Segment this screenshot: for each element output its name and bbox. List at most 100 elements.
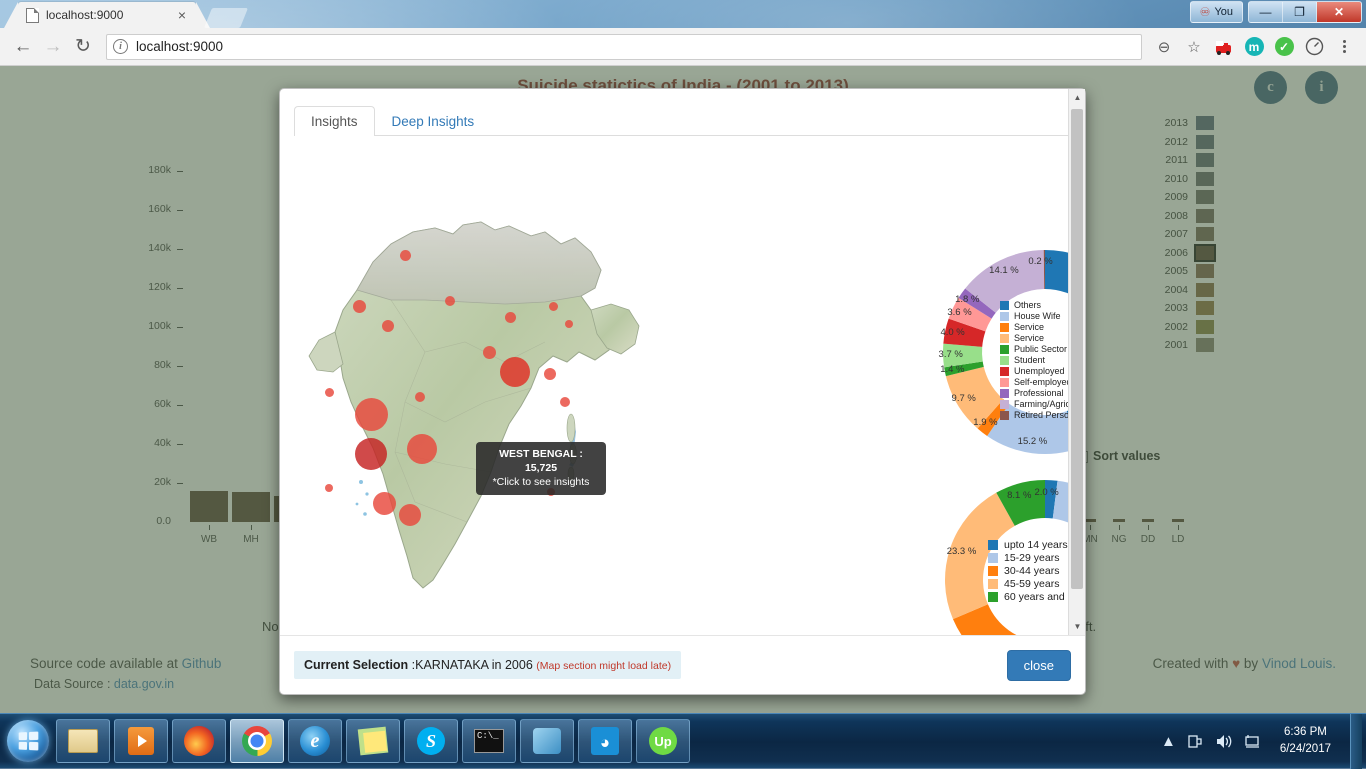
web-page: Suicide statictics of India - (2001 to 2… — [0, 66, 1366, 713]
modal-scrollbar[interactable]: ▲ ▼ — [1068, 89, 1085, 635]
donut-legend-item[interactable]: Self-employed — [1000, 377, 1068, 387]
scrollbar-thumb[interactable] — [1071, 109, 1083, 589]
taskbar-item-internet-explorer[interactable]: e — [288, 719, 342, 763]
taskbar-item-chrome[interactable] — [230, 719, 284, 763]
taskbar-clock[interactable]: 6:36 PM 6/24/2017 — [1272, 724, 1339, 757]
donut-legend-item[interactable]: Retired Person — [1000, 410, 1068, 420]
donut-legend-item[interactable]: Others — [1000, 300, 1068, 310]
map-bubble[interactable] — [325, 388, 334, 397]
you-profile-button[interactable]: ♾ You — [1191, 2, 1242, 22]
show-desktop-button[interactable] — [1350, 714, 1362, 769]
map-bubble[interactable] — [560, 397, 570, 407]
taskbar-item-paint[interactable] — [520, 719, 574, 763]
taskbar-item-media-player[interactable] — [114, 719, 168, 763]
donut-legend-label: Service — [1014, 333, 1044, 343]
age-donut-chart[interactable]: 2.0 %32.1 %34.5 %23.3 %8.1 %upto 14 year… — [938, 473, 1068, 635]
action-center-icon[interactable] — [1244, 733, 1261, 750]
donut-legend-item[interactable]: Unemployed — [1000, 366, 1068, 376]
donut-legend-swatch — [988, 540, 998, 550]
modal-close-button[interactable]: close — [1007, 650, 1071, 681]
donut-slice-label: 3.7 % — [939, 349, 963, 360]
chrome-menu-icon[interactable] — [1330, 33, 1358, 61]
taskbar-item-wifi-app[interactable]: ◕ — [578, 719, 632, 763]
visualization-area: WEST BENGAL : 15,725 *Click to see insig… — [280, 137, 1068, 635]
taskbar-item-sticky-notes[interactable] — [346, 719, 400, 763]
you-profile-group[interactable]: ♾ You — [1190, 1, 1243, 23]
info-icon[interactable]: i — [113, 39, 128, 54]
map-bubble[interactable] — [415, 392, 425, 402]
donut-legend-label: Service — [1014, 322, 1044, 332]
zoom-icon[interactable]: ⊖ — [1150, 33, 1178, 61]
back-icon[interactable]: ← — [8, 32, 38, 62]
donut-legend-item[interactable]: 45-59 years — [988, 578, 1068, 590]
donut-legend-swatch — [988, 553, 998, 563]
donut-legend-swatch — [1000, 301, 1009, 310]
map-bubble[interactable] — [353, 300, 366, 313]
donut-slice-label: 2.0 % — [1034, 487, 1058, 498]
maximize-button[interactable]: ❐ — [1283, 2, 1317, 22]
map-bubble[interactable] — [445, 296, 455, 306]
start-button[interactable] — [2, 717, 54, 765]
current-selection-warning: (Map section might load late) — [536, 660, 671, 672]
speedometer-extension-icon[interactable] — [1300, 33, 1328, 61]
donut-legend-item[interactable]: upto 14 years — [988, 539, 1068, 551]
map-bubble[interactable] — [549, 302, 558, 311]
map-bubble[interactable] — [382, 320, 394, 332]
donut-legend-item[interactable]: Public Sector — [1000, 344, 1068, 354]
donut-legend-item[interactable]: 60 years and above — [988, 591, 1068, 603]
map-bubble[interactable] — [565, 320, 573, 328]
ladybug-extension-icon[interactable] — [1210, 33, 1238, 61]
minimize-button[interactable]: — — [1249, 2, 1283, 22]
india-map[interactable]: WEST BENGAL : 15,725 *Click to see insig… — [295, 192, 655, 622]
map-bubble[interactable] — [355, 438, 387, 470]
map-bubble[interactable] — [325, 484, 333, 492]
window-close-button[interactable]: ✕ — [1317, 2, 1361, 22]
donut-legend-item[interactable]: 15-29 years — [988, 552, 1068, 564]
map-bubble[interactable] — [373, 492, 396, 515]
current-selection-label: Current Selection — [304, 658, 408, 672]
donut-legend-item[interactable]: House Wife — [1000, 311, 1068, 321]
new-tab-button[interactable] — [204, 8, 248, 28]
browser-tab[interactable]: localhost:9000 × — [18, 2, 196, 28]
donut-legend-label: Others — [1014, 300, 1041, 310]
donut-legend-item[interactable]: Professional — [1000, 388, 1068, 398]
firefox-icon — [184, 726, 214, 756]
donut-legend-item[interactable]: Service — [1000, 322, 1068, 332]
map-bubble[interactable] — [544, 368, 556, 380]
donut-legend-item[interactable]: Student — [1000, 355, 1068, 365]
mega-extension-icon[interactable]: m — [1240, 33, 1268, 61]
donut-legend-swatch — [1000, 411, 1009, 420]
map-bubble[interactable] — [399, 504, 421, 526]
tab-deep-insights[interactable]: Deep Insights — [375, 106, 492, 136]
scroll-up-icon[interactable]: ▲ — [1069, 89, 1085, 106]
bookmark-star-icon[interactable]: ☆ — [1180, 33, 1208, 61]
occupation-donut-chart[interactable]: 44.4 %15.2 %1.9 %9.7 %1.4 %3.7 %4.0 %3.6… — [935, 242, 1068, 462]
network-icon[interactable] — [1187, 733, 1204, 750]
address-bar[interactable]: i localhost:9000 — [106, 34, 1142, 60]
donut-legend-item[interactable]: 30-44 years — [988, 565, 1068, 577]
donut-legend-item[interactable]: Farming/Agriculture — [1000, 399, 1068, 409]
india-map-svg[interactable] — [295, 192, 655, 622]
taskbar-item-upwork[interactable]: Up — [636, 719, 690, 763]
volume-icon[interactable] — [1215, 733, 1233, 750]
map-bubble[interactable] — [400, 250, 411, 261]
map-bubble[interactable] — [355, 398, 388, 431]
close-icon[interactable]: × — [174, 7, 190, 23]
donut-legend-item[interactable]: Service — [1000, 333, 1068, 343]
taskbar-item-firefox[interactable] — [172, 719, 226, 763]
windows-logo-icon — [7, 720, 49, 762]
map-bubble[interactable] — [505, 312, 516, 323]
tab-insights[interactable]: Insights — [294, 106, 375, 137]
map-bubble[interactable] — [407, 434, 437, 464]
show-hidden-icons-icon[interactable]: ▲ — [1161, 733, 1176, 750]
check-extension-icon[interactable]: ✓ — [1270, 33, 1298, 61]
map-bubble[interactable] — [483, 346, 496, 359]
taskbar-item-skype[interactable]: S — [404, 719, 458, 763]
scroll-down-icon[interactable]: ▼ — [1069, 618, 1085, 635]
forward-icon[interactable]: → — [38, 32, 68, 62]
taskbar-item-file-explorer[interactable] — [56, 719, 110, 763]
map-bubble-west-bengal[interactable] — [500, 357, 530, 387]
play-icon — [128, 727, 154, 755]
taskbar-item-command-prompt[interactable]: C:\_ — [462, 719, 516, 763]
reload-icon[interactable]: ↻ — [68, 32, 98, 62]
